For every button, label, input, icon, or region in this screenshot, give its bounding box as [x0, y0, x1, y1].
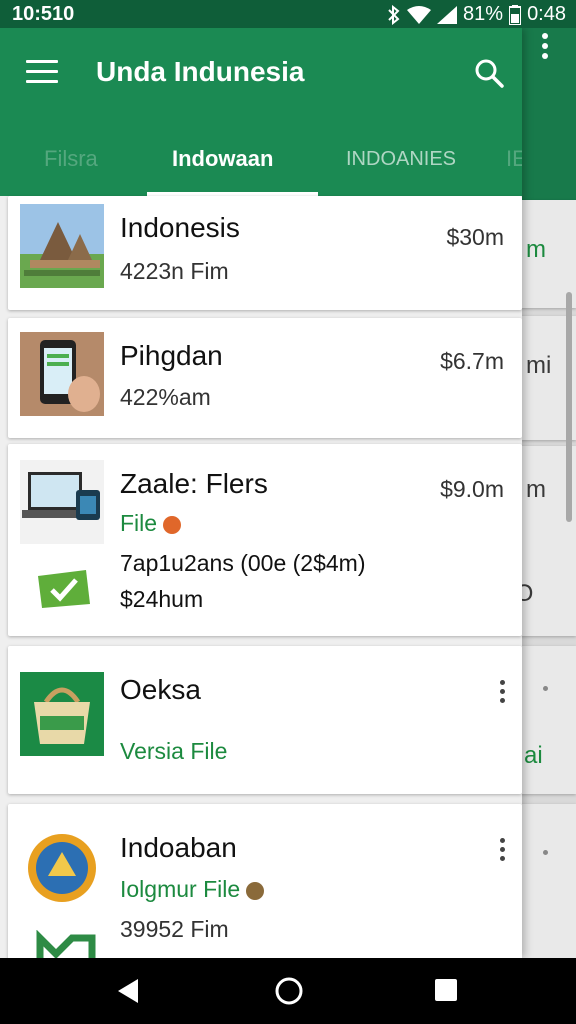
status-icons: 81% 0:48	[387, 3, 566, 26]
background-fragment: m	[526, 236, 546, 263]
item-detail: 7ap1u2ans (00e (2$4m)	[120, 550, 366, 576]
tab-bar: Filsra Indowaan INDOANIES IES	[0, 128, 522, 196]
item-menu-icon[interactable]	[500, 680, 506, 707]
item-menu-icon[interactable]	[500, 838, 506, 865]
list-item[interactable]: Indoaban Iolgmur File 39952 Fim	[8, 804, 522, 958]
background-fragment: m	[526, 476, 546, 503]
item-title: Indonesis	[120, 212, 240, 243]
item-subtitle: 39952 Fim	[120, 916, 229, 942]
item-thumbnail	[20, 204, 104, 288]
app-mark-icon	[36, 930, 96, 958]
laptop-image-icon	[20, 460, 104, 544]
item-title: Indoaban	[120, 832, 237, 863]
background-dot	[543, 850, 548, 855]
battery-percent: 81%	[463, 3, 504, 25]
navigation-bar	[0, 958, 576, 1024]
badge-icon	[163, 515, 182, 534]
list-item[interactable]: Oeksa Versia File	[8, 646, 522, 794]
background-fragment: mi	[526, 352, 552, 379]
item-price: $30m	[446, 224, 504, 250]
status-clock: 0:48	[527, 3, 566, 25]
list-item[interactable]: Pihgdan 422%am $6.7m	[8, 318, 522, 438]
item-price: $6.7m	[440, 348, 504, 374]
app-bar: Unda Indunesia Filsra Indowaan INDOANIES…	[0, 28, 522, 196]
battery-icon	[509, 4, 522, 25]
main-pane: Unda Indunesia Filsra Indowaan INDOANIES…	[0, 28, 522, 958]
app-title: Unda Indunesia	[96, 56, 305, 87]
bluetooth-icon	[388, 4, 400, 25]
item-thumbnail	[20, 332, 104, 416]
item-tag-label: File	[120, 510, 158, 536]
status-bar: 10:510 81% 0:48	[0, 0, 576, 28]
scrollbar[interactable]	[566, 292, 572, 522]
badge-icon	[246, 881, 265, 900]
tab-ies[interactable]: IES	[506, 146, 522, 172]
item-tag: File	[120, 510, 182, 537]
item-thumbnail	[20, 830, 104, 914]
status-time: 10:510	[12, 3, 75, 25]
tab-indowaan[interactable]: Indowaan	[172, 146, 273, 172]
check-folder-icon	[38, 570, 90, 608]
list-item[interactable]: Indonesis 4223n Fim $30m	[8, 196, 522, 310]
item-thumbnail	[20, 672, 104, 756]
item-tag-label: Iolgmur File	[120, 876, 241, 902]
item-title: Oeksa	[120, 674, 201, 705]
background-card	[520, 804, 576, 964]
item-subtitle: 422%am	[120, 384, 211, 410]
item-tag: Iolgmur File	[120, 876, 265, 903]
hamburger-menu-icon[interactable]	[26, 60, 58, 84]
tab-indoanies[interactable]: INDOANIES	[346, 148, 456, 171]
signal-icon	[437, 5, 458, 24]
phone-image-icon	[20, 332, 104, 416]
item-detail: $24hum	[120, 586, 204, 612]
item-thumbnail	[20, 460, 104, 544]
item-title: Pihgdan	[120, 340, 223, 371]
item-subtitle: 4223n Fim	[120, 258, 229, 284]
temple-image-icon	[20, 204, 104, 288]
item-tag: Versia File	[120, 738, 228, 764]
search-icon[interactable]	[474, 58, 504, 88]
more-options-icon[interactable]	[540, 32, 550, 62]
back-icon[interactable]	[116, 978, 140, 1004]
item-title: Zaale: Flers	[120, 468, 268, 499]
background-fragment: ai	[524, 742, 543, 769]
wifi-icon	[407, 5, 432, 24]
tab-filsra[interactable]: Filsra	[44, 146, 98, 172]
background-dot	[543, 686, 548, 691]
home-icon[interactable]	[274, 976, 304, 1006]
item-price: $9.0m	[440, 476, 504, 502]
app-logo-icon	[20, 830, 104, 914]
background-card	[520, 646, 576, 794]
shopping-bag-icon	[20, 672, 104, 756]
recents-icon[interactable]	[434, 978, 458, 1002]
list-item[interactable]: Zaale: Flers File 7ap1u2ans (00e (2$4m) …	[8, 444, 522, 636]
